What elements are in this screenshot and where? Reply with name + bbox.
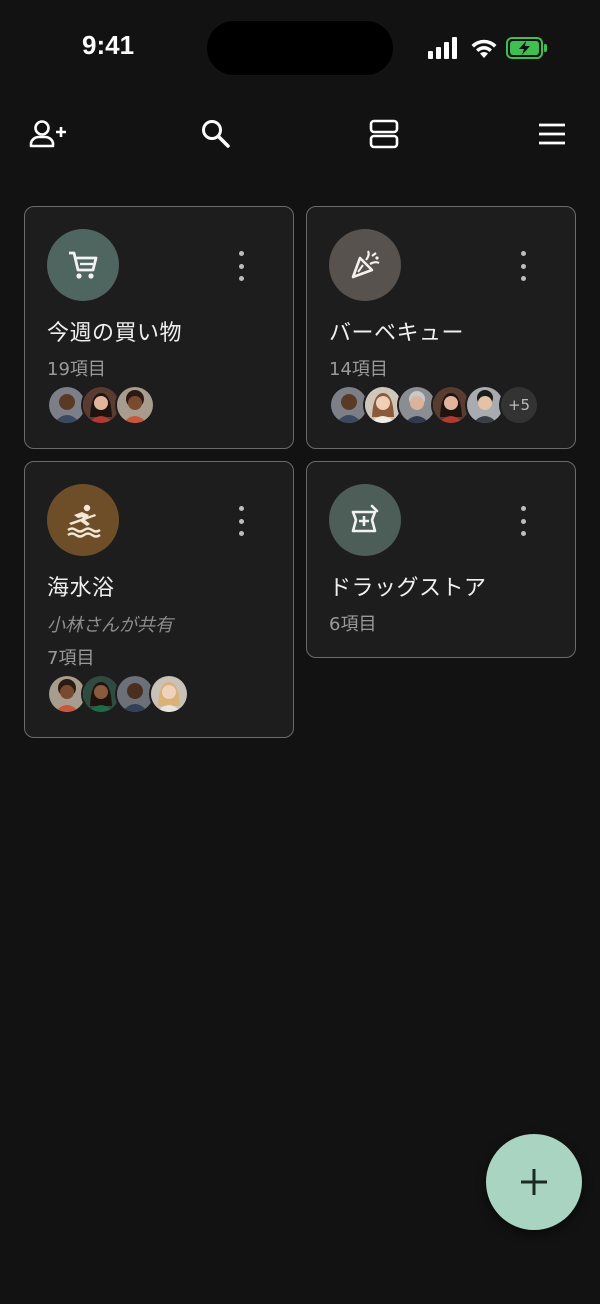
battery-icon	[506, 37, 547, 59]
member-avatars	[47, 674, 189, 714]
item-count: 14項目	[329, 359, 388, 380]
extra-members-badge: +5	[499, 385, 539, 425]
member-avatars: +5	[329, 385, 539, 425]
list-card-beach[interactable]: 海水浴 小林さんが共有 7項目	[24, 461, 294, 738]
menu-icon	[539, 123, 565, 145]
party-popper-icon	[351, 250, 380, 279]
layout-toggle-button[interactable]	[360, 110, 408, 158]
list-title: バーベキュー	[329, 321, 465, 346]
menu-button[interactable]	[528, 110, 576, 158]
wifi-icon	[471, 39, 497, 58]
avatar	[115, 385, 155, 425]
add-person-icon	[29, 120, 66, 148]
pharmacy-icon	[351, 504, 379, 533]
add-collaborator-button[interactable]	[24, 110, 72, 158]
signal-icon	[428, 37, 457, 59]
more-options-button[interactable]	[231, 251, 251, 281]
cart-icon	[69, 251, 98, 279]
list-card-bbq[interactable]: バーベキュー 14項目 +5	[306, 206, 576, 449]
dynamic-island	[207, 21, 393, 75]
avatar	[149, 674, 189, 714]
list-icon-badge	[329, 484, 401, 556]
layout-toggle-icon	[369, 119, 399, 149]
more-options-button[interactable]	[231, 506, 251, 536]
item-count: 7項目	[47, 648, 95, 669]
list-title: ドラッグストア	[329, 576, 487, 601]
member-avatars	[47, 385, 155, 425]
list-icon-badge	[47, 229, 119, 301]
list-title: 海水浴	[47, 576, 115, 601]
add-list-button[interactable]	[486, 1134, 582, 1230]
item-count: 6項目	[329, 614, 377, 635]
list-title: 今週の買い物	[47, 321, 183, 346]
list-icon-badge	[329, 229, 401, 301]
shared-by-label: 小林さんが共有	[47, 615, 173, 636]
more-options-button[interactable]	[513, 506, 533, 536]
list-icon-badge	[47, 484, 119, 556]
item-count: 19項目	[47, 359, 106, 380]
status-time: 9:41	[82, 30, 135, 60]
more-options-button[interactable]	[513, 251, 533, 281]
plus-icon	[521, 1169, 547, 1195]
list-card-weekly-shopping[interactable]: 今週の買い物 19項目	[24, 206, 294, 449]
surfing-icon	[67, 504, 101, 538]
search-button[interactable]	[192, 110, 240, 158]
search-icon	[202, 120, 230, 148]
list-card-drugstore[interactable]: ドラッグストア 6項目	[306, 461, 576, 658]
